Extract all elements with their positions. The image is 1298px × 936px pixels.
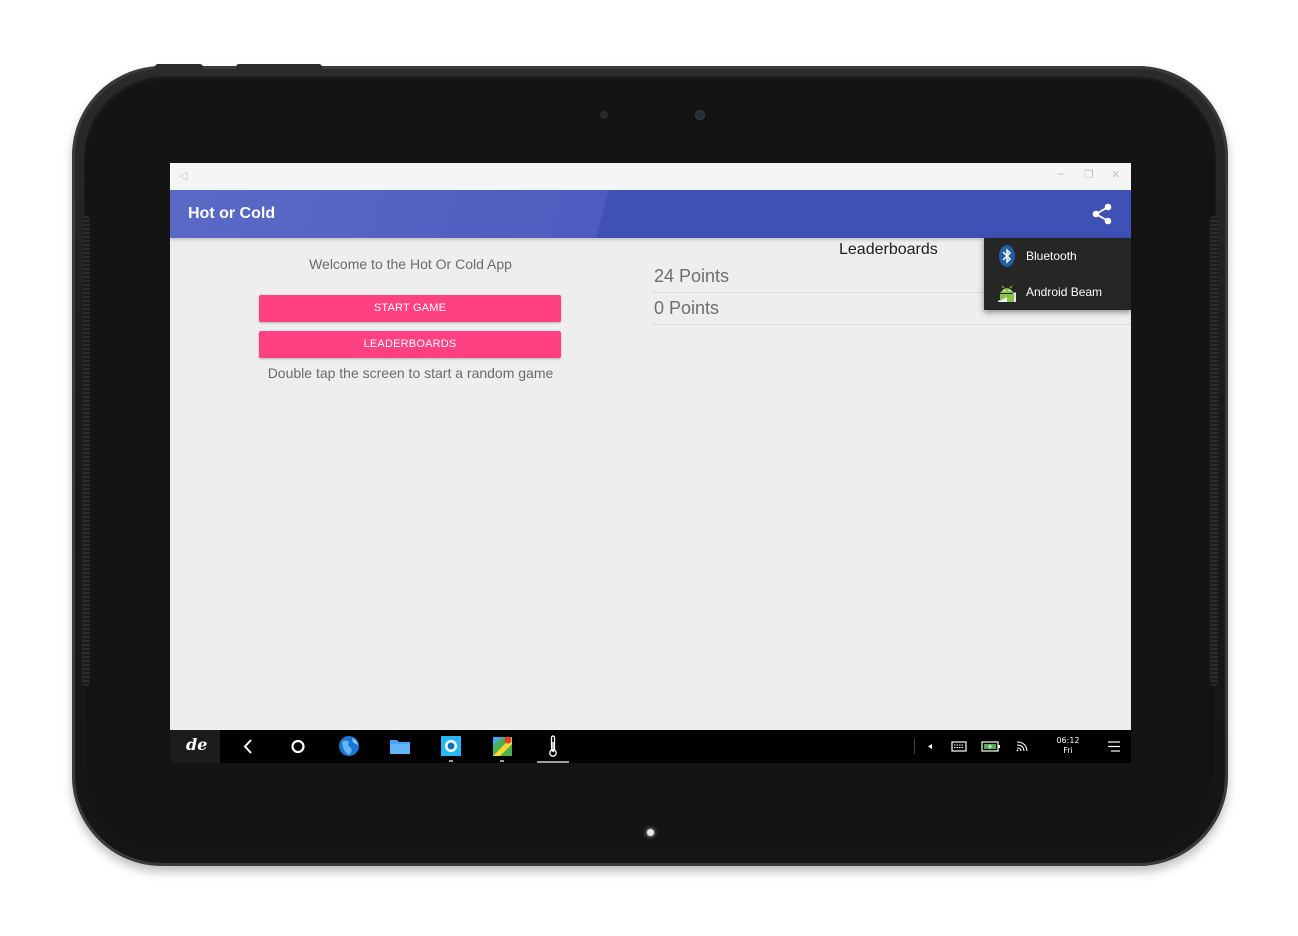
volume-button: [155, 64, 203, 70]
window-maximize-icon[interactable]: ❐: [1084, 168, 1094, 181]
globe-icon: [339, 736, 359, 756]
window-close-icon[interactable]: ✕: [1111, 168, 1120, 181]
running-indicator: [500, 760, 504, 762]
tray-network[interactable]: [1012, 730, 1034, 763]
clock-day: Fri: [1063, 746, 1073, 755]
hint-text: Double tap the screen to start a random …: [267, 365, 554, 381]
taskbar-divider: [914, 739, 915, 754]
wifi-icon: [1016, 741, 1028, 752]
start-game-button[interactable]: START GAME: [259, 295, 561, 322]
tray-battery[interactable]: [980, 730, 1002, 763]
light-sensor: [600, 111, 608, 119]
tray-keyboard[interactable]: [948, 730, 970, 763]
menu-item-label: Bluetooth: [1026, 249, 1077, 263]
app-toolbar: Hot or Cold: [170, 190, 1131, 238]
leaderboards-title: Leaderboards: [839, 241, 938, 258]
taskbar-app-maps[interactable]: [486, 730, 518, 763]
notification-led: [647, 829, 654, 836]
window-back-icon[interactable]: ◁: [179, 169, 187, 182]
clock-time: 06:12: [1056, 736, 1080, 745]
app-title: Hot or Cold: [188, 205, 276, 222]
android-icon: [998, 285, 1016, 302]
triangle-left-icon: [928, 744, 932, 749]
taskbar-app-browser[interactable]: [333, 730, 365, 763]
left-speaker-grille: [82, 216, 90, 686]
thermometer-icon: [549, 735, 557, 757]
keyboard-icon: [951, 741, 967, 752]
score-text: 24 Points: [654, 266, 730, 286]
share-button[interactable]: [1089, 201, 1115, 227]
right-speaker-grille: [1210, 216, 1218, 686]
active-app-underline: [537, 761, 569, 763]
start-logo-icon: de: [186, 735, 208, 754]
running-indicator: [449, 760, 453, 762]
share-icon: [1092, 203, 1112, 225]
clock[interactable]: 06:12 Fri: [1050, 736, 1086, 756]
power-button: [236, 64, 322, 70]
folder-icon: [390, 740, 410, 754]
notifications-button[interactable]: [1104, 730, 1124, 763]
start-menu-button[interactable]: de: [170, 730, 220, 763]
front-camera: [695, 110, 705, 120]
share-item-bluetooth[interactable]: Bluetooth: [984, 238, 1131, 274]
tray-expand-button[interactable]: [922, 730, 938, 763]
leaderboards-button[interactable]: LEADERBOARDS: [259, 331, 561, 358]
maps-icon: [493, 736, 512, 756]
taskbar-app-camera[interactable]: [435, 730, 467, 763]
taskbar-app-hot-or-cold[interactable]: [537, 730, 569, 763]
window-minimize-icon[interactable]: –: [1058, 168, 1064, 180]
menu-item-label: Android Beam: [1026, 285, 1103, 299]
taskbar-app-files[interactable]: [384, 730, 416, 763]
menu-lines-icon: [1108, 741, 1120, 752]
bluetooth-icon: [999, 245, 1015, 267]
share-item-android-beam[interactable]: Android Beam: [984, 274, 1131, 310]
nav-back-button[interactable]: [232, 730, 264, 763]
battery-icon: [981, 741, 1000, 752]
welcome-text: Welcome to the Hot Or Cold App: [309, 256, 512, 272]
window-title-bar: ◁ – ❐ ✕: [170, 163, 1131, 190]
score-text: 0 Points: [654, 298, 720, 318]
camera-icon: [441, 736, 461, 756]
nav-home-button[interactable]: [282, 730, 314, 763]
taskbar: de 06:12 Fri: [170, 730, 1131, 763]
home-icon: [291, 739, 305, 754]
screen: ◁ – ❐ ✕ Hot or Cold Welcome to the Hot O…: [170, 163, 1131, 763]
back-icon: [243, 739, 252, 754]
share-popup-menu: Bluetooth Android Beam: [984, 238, 1131, 310]
